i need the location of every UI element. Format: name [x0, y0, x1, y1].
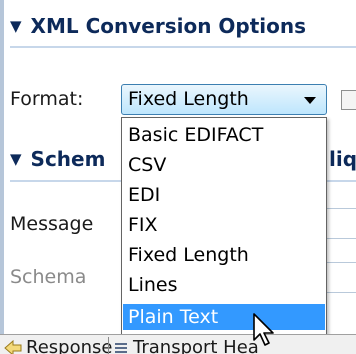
- format-selected-value: Fixed Length: [128, 88, 249, 110]
- format-option-basic-edifact[interactable]: Basic EDIFACT: [123, 122, 325, 148]
- format-option-plain-text[interactable]: Plain Text: [123, 304, 325, 330]
- xml-conversion-panel: ▼ XML Conversion Options Format: Fixed L…: [0, 0, 356, 354]
- schema-label: Schema: [10, 266, 87, 288]
- format-option-fixed-length[interactable]: Fixed Length: [123, 242, 325, 268]
- format-option-fix[interactable]: FIX: [123, 212, 325, 238]
- tab-response[interactable]: Response: [4, 337, 112, 354]
- xml-conversion-section-title: XML Conversion Options: [30, 14, 307, 38]
- tab-transport-label: Transport Hea: [133, 337, 259, 354]
- schema-section-title-tail: lique: [329, 147, 356, 171]
- format-dropdown-list[interactable]: Basic EDIFACT CSV EDI FIX Fixed Length L…: [121, 117, 327, 336]
- schema-section-header[interactable]: ▼ Schem: [10, 147, 105, 171]
- editor-tab-bar: Response Transport Hea: [0, 334, 356, 354]
- chevron-down-icon[interactable]: [304, 97, 316, 104]
- transport-icon: [115, 342, 127, 353]
- section-divider: [10, 46, 356, 48]
- format-label: Format:: [10, 88, 84, 110]
- collapse-triangle-icon[interactable]: ▼: [10, 150, 22, 168]
- message-label: Message: [10, 213, 94, 235]
- response-arrow-icon: [4, 339, 22, 354]
- format-option-csv[interactable]: CSV: [123, 152, 325, 178]
- tab-response-label: Response: [26, 337, 113, 354]
- panel-left-border: [0, 0, 4, 354]
- option-checkbox[interactable]: [341, 90, 356, 110]
- format-option-edi[interactable]: EDI: [123, 182, 325, 208]
- collapse-triangle-icon[interactable]: ▼: [10, 17, 22, 35]
- tab-separator: [108, 337, 109, 354]
- schema-section-title: Schem: [30, 147, 106, 171]
- tab-transport-headers[interactable]: Transport Hea: [113, 337, 259, 354]
- format-option-lines[interactable]: Lines: [123, 272, 325, 298]
- xml-conversion-section-header[interactable]: ▼ XML Conversion Options: [10, 14, 306, 38]
- format-combobox[interactable]: Fixed Length: [121, 84, 327, 115]
